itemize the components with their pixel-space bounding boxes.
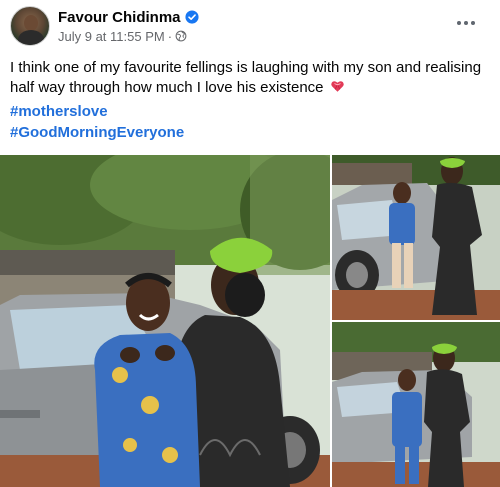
avatar-face: [24, 15, 38, 31]
author-avatar[interactable]: [10, 6, 50, 46]
post-text: I think one of my favourite fellings is …: [10, 59, 482, 96]
more-options-icon[interactable]: [454, 14, 478, 32]
post-timestamp[interactable]: July 9 at 11:55 PM: [58, 29, 165, 44]
verified-badge-icon: [184, 10, 199, 24]
meta-separator: ·: [167, 28, 173, 44]
hashtag-link[interactable]: #GoodMorningEveryone: [10, 124, 184, 141]
avatar-body: [18, 30, 44, 45]
photo-mother-son-portrait: [332, 322, 500, 487]
photo-mother-son-standing: [332, 155, 500, 320]
post-photo-main[interactable]: [0, 155, 330, 487]
post-photo-secondary[interactable]: [332, 155, 500, 320]
post-photo-tertiary[interactable]: [332, 322, 500, 487]
author-name[interactable]: Favour Chidinma: [58, 9, 181, 26]
globe-icon[interactable]: [175, 30, 187, 42]
post-meta: July 9 at 11:55 PM ·: [58, 28, 187, 44]
author-row: Favour Chidinma: [58, 8, 199, 26]
hashtag-link[interactable]: #motherslove: [10, 103, 108, 120]
photo-mother-son-smiling: [0, 155, 330, 487]
post-text-block: I think one of my favourite fellings is …: [10, 58, 490, 98]
heart-with-ribbon-icon: [330, 81, 344, 92]
facebook-post: Favour Chidinma July 9 at 11:55 PM · I t…: [0, 0, 500, 487]
